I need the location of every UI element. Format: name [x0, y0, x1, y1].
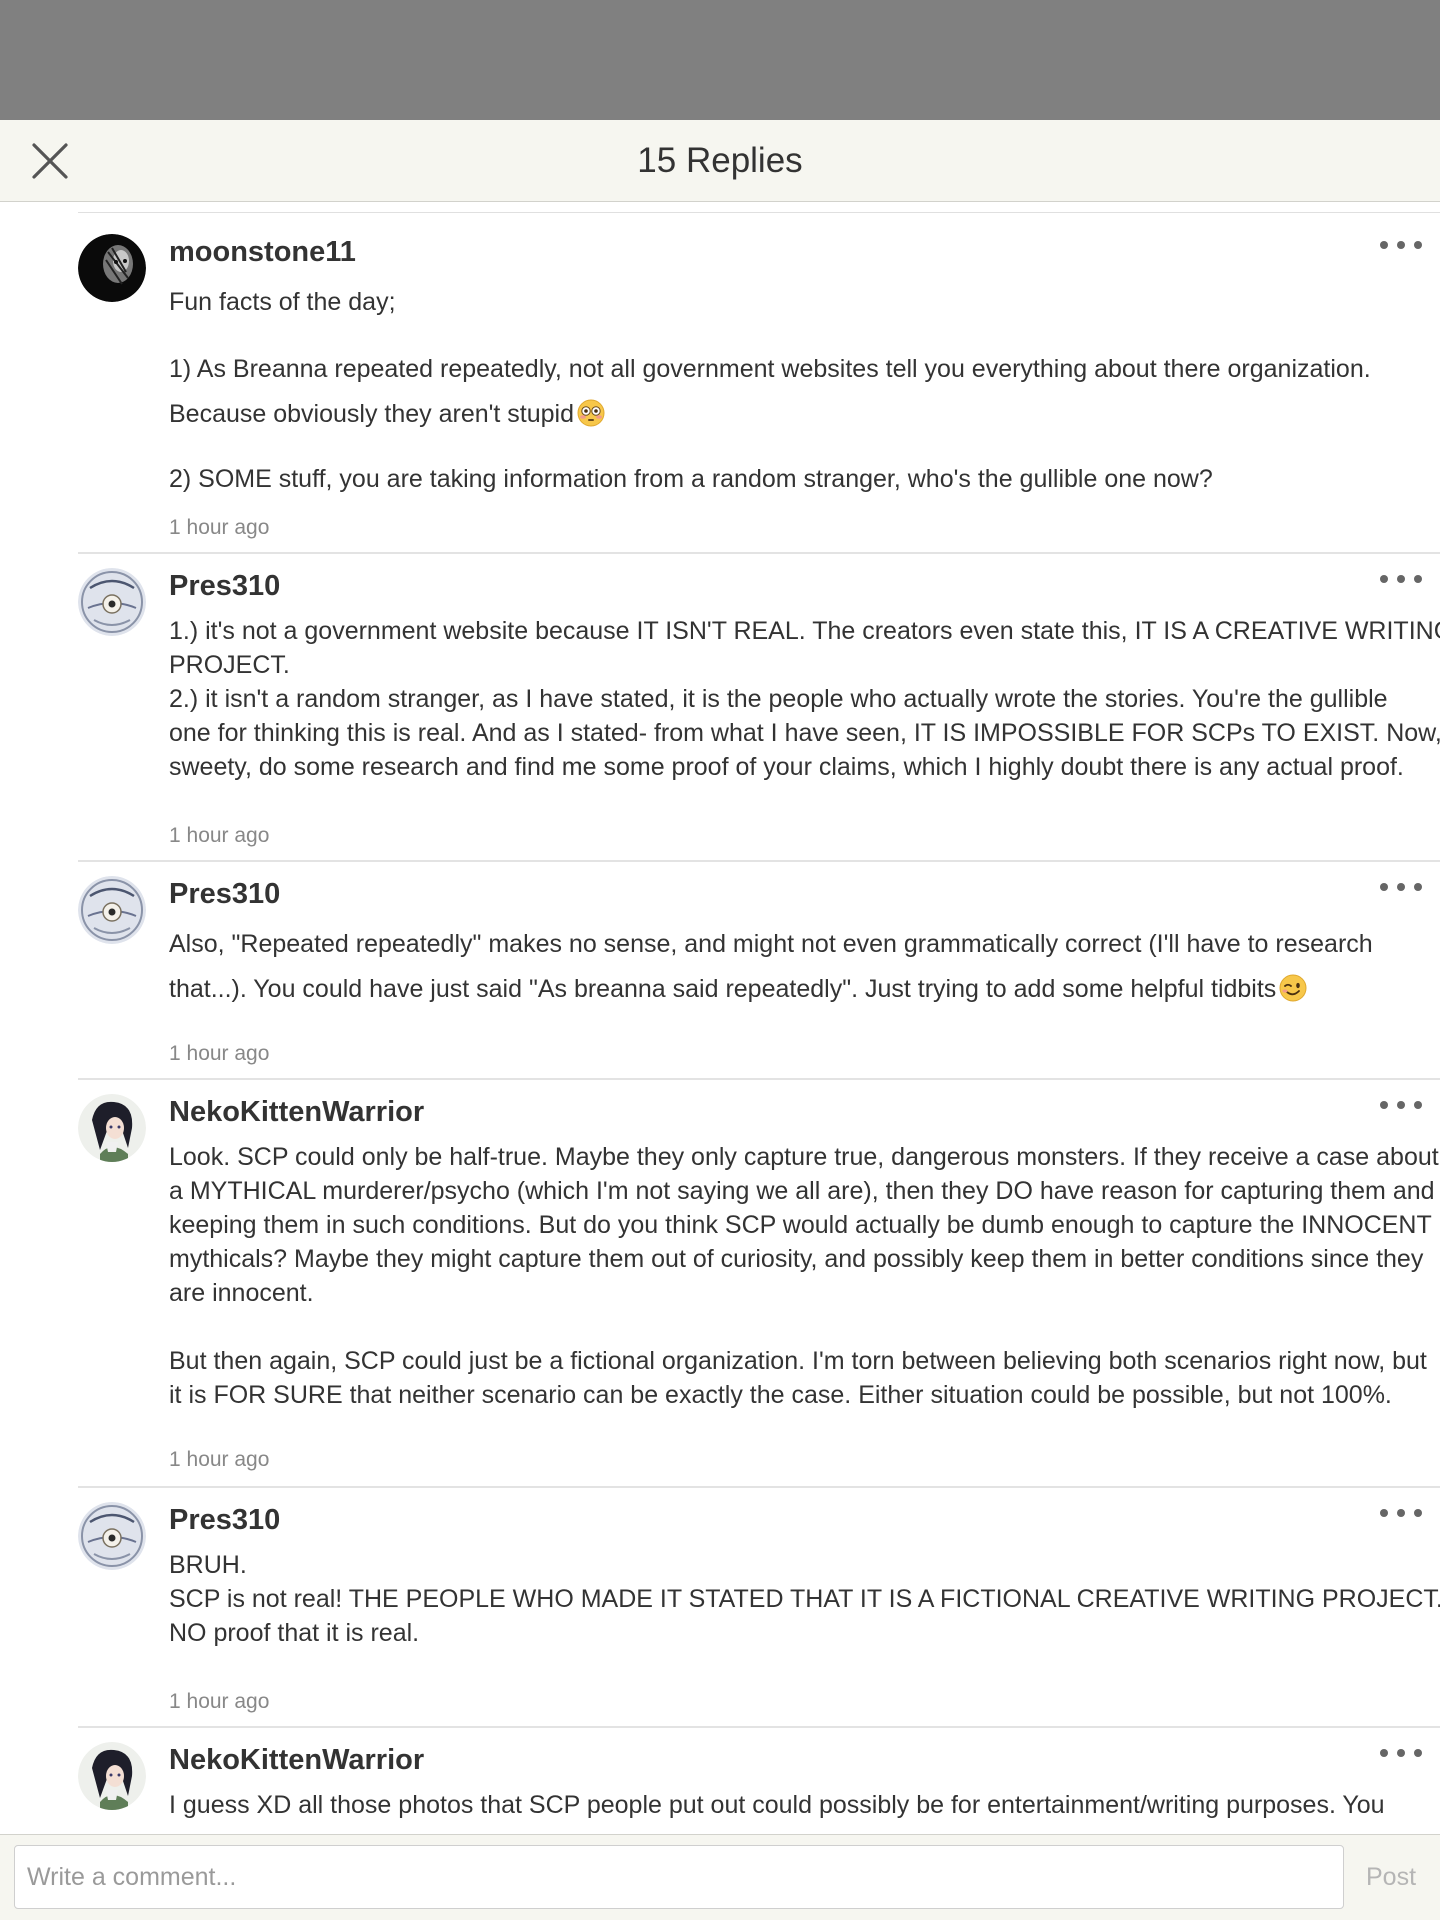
comment-line: it is FOR SURE that neither scenario can…	[169, 1381, 1392, 1409]
comment-line: BRUH.	[169, 1551, 247, 1579]
avatar[interactable]	[78, 876, 146, 944]
comment-line: NO proof that it is real.	[169, 1619, 420, 1647]
more-options-button[interactable]	[1380, 1743, 1422, 1763]
divider	[78, 212, 1440, 213]
dot-icon	[1397, 1101, 1405, 1109]
comment-line: 2) SOME stuff, you are taking informatio…	[169, 465, 1213, 493]
comment-body: Also, "Repeated repeatedly" makes no sen…	[169, 922, 1429, 1012]
comment-username[interactable]: Pres310	[169, 568, 280, 604]
comment-line: But then again, SCP could just be a fict…	[169, 1347, 1427, 1375]
post-button[interactable]: Post	[1350, 1845, 1432, 1909]
close-button[interactable]	[22, 138, 78, 184]
dot-icon	[1414, 241, 1422, 249]
comment-line-text: that...). You could have just said "As b…	[169, 975, 1277, 1003]
dot-icon	[1414, 1101, 1422, 1109]
dot-icon	[1397, 1509, 1405, 1517]
dot-icon	[1380, 1749, 1388, 1757]
comment-line: one for thinking this is real. And as I …	[169, 719, 1440, 747]
comment-body: 1.) it's not a government website becaus…	[169, 614, 1440, 784]
comment-line: 1.) it's not a government website becaus…	[169, 617, 1440, 645]
dot-icon	[1397, 241, 1405, 249]
comment-body: I guess XD all those photos that SCP peo…	[169, 1788, 1429, 1822]
close-icon	[31, 142, 69, 180]
dot-icon	[1414, 575, 1422, 583]
comment-body: Fun facts of the day; 1) As Breanna repe…	[169, 280, 1429, 502]
dot-icon	[1414, 1749, 1422, 1757]
more-options-button[interactable]	[1380, 569, 1422, 589]
dot-icon	[1414, 1509, 1422, 1517]
dot-icon	[1380, 241, 1388, 249]
comment: NekoKittenWarrior Look. SCP could only b…	[0, 1080, 1440, 1488]
comment: Pres310 Also, "Repeated repeatedly" make…	[0, 862, 1440, 1080]
dot-icon	[1380, 575, 1388, 583]
comment-line: 2.) it isn't a random stranger, as I hav…	[169, 685, 1388, 713]
avatar[interactable]	[78, 1742, 146, 1810]
avatar[interactable]	[78, 1502, 146, 1570]
comment-line	[169, 1310, 1429, 1344]
comment: moonstone11 Fun facts of the day; 1) As …	[0, 220, 1440, 554]
comment-line: SCP is not real! THE PEOPLE WHO MADE IT …	[169, 1585, 1440, 1613]
comment: Pres310 1.) it's not a government websit…	[0, 554, 1440, 862]
more-options-button[interactable]	[1380, 1503, 1422, 1523]
dot-icon	[1397, 883, 1405, 891]
replies-header: 15 Replies	[0, 120, 1440, 202]
dot-icon	[1380, 883, 1388, 891]
winking-face-emoji-icon	[1279, 972, 1307, 1002]
comment-line: that...). You could have just said "As b…	[169, 967, 1429, 1012]
comment-timestamp: 1 hour ago	[169, 1042, 270, 1065]
comment-line: keeping them in such conditions. But do …	[169, 1211, 1432, 1239]
more-options-button[interactable]	[1380, 235, 1422, 255]
comment-username[interactable]: Pres310	[169, 876, 280, 912]
more-options-button[interactable]	[1380, 877, 1422, 897]
dimmed-backdrop[interactable]	[0, 0, 1440, 120]
comment-line: PROJECT.	[169, 651, 290, 679]
comment-username[interactable]: NekoKittenWarrior	[169, 1742, 424, 1778]
comment-body: BRUH. SCP is not real! THE PEOPLE WHO MA…	[169, 1548, 1440, 1650]
dot-icon	[1397, 575, 1405, 583]
flushed-face-emoji-icon	[577, 397, 605, 427]
comment-line: Fun facts of the day;	[169, 288, 396, 316]
comment-username[interactable]: NekoKittenWarrior	[169, 1094, 424, 1130]
comment-line: I guess XD all those photos that SCP peo…	[169, 1791, 1385, 1819]
page-title: 15 Replies	[637, 141, 803, 180]
comment: NekoKittenWarrior I guess XD all those p…	[0, 1728, 1440, 1834]
comment-timestamp: 1 hour ago	[169, 516, 270, 539]
comment-timestamp: 1 hour ago	[169, 824, 270, 847]
comment-line: a MYTHICAL murderer/psycho (which I'm no…	[169, 1177, 1435, 1205]
comment-line	[169, 325, 1429, 347]
comment-line-text: Because obviously they aren't stupid	[169, 400, 575, 428]
comment-line: 1) As Breanna repeated repeatedly, not a…	[169, 355, 1371, 383]
comment-line	[169, 437, 1429, 457]
comment-line: sweety, do some research and find me som…	[169, 753, 1404, 781]
comment: Pres310 BRUH. SCP is not real! THE PEOPL…	[0, 1488, 1440, 1728]
avatar[interactable]	[78, 1094, 146, 1162]
comment-username[interactable]: Pres310	[169, 1502, 280, 1538]
comment-line: are innocent.	[169, 1279, 314, 1307]
dot-icon	[1380, 1101, 1388, 1109]
comment-timestamp: 1 hour ago	[169, 1690, 270, 1713]
avatar[interactable]	[78, 234, 146, 302]
comment-composer: Post	[0, 1834, 1440, 1920]
dot-icon	[1380, 1509, 1388, 1517]
comment-line: Because obviously they aren't stupid	[169, 392, 1429, 437]
dot-icon	[1397, 1749, 1405, 1757]
comment-username[interactable]: moonstone11	[169, 234, 356, 270]
comment-line: mythicals? Maybe they might capture them…	[169, 1245, 1424, 1273]
comment-body: Look. SCP could only be half-true. Maybe…	[169, 1140, 1439, 1412]
comment-timestamp: 1 hour ago	[169, 1448, 270, 1471]
more-options-button[interactable]	[1380, 1095, 1422, 1115]
comment-input[interactable]	[14, 1845, 1344, 1909]
dot-icon	[1414, 883, 1422, 891]
comment-line: Look. SCP could only be half-true. Maybe…	[169, 1143, 1439, 1171]
comment-line: Also, "Repeated repeatedly" makes no sen…	[169, 930, 1373, 958]
avatar[interactable]	[78, 568, 146, 636]
replies-list[interactable]: moonstone11 Fun facts of the day; 1) As …	[0, 202, 1440, 1834]
